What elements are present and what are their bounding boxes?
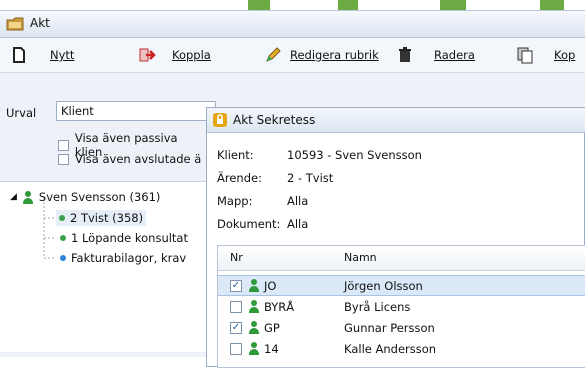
secrecy-dialog: Akt Sekretess Klient: 10593 - Sven Svens… xyxy=(206,107,585,368)
edit-pencil-icon xyxy=(266,47,281,62)
top-decoration xyxy=(0,0,585,14)
dialog-title: Akt Sekretess xyxy=(233,113,316,127)
new-button[interactable]: Nytt xyxy=(10,44,74,66)
delete-button-label: Radera xyxy=(434,48,475,62)
matter-label: Ärende: xyxy=(217,171,262,185)
lock-icon xyxy=(213,113,227,127)
edit-heading-button-label: Redigera rubrik xyxy=(290,48,379,62)
tree-node-label: 1 Löpande konsultat xyxy=(71,231,188,245)
document-row: Dokument: Alla xyxy=(207,217,585,237)
document-value: Alla xyxy=(287,217,309,231)
folder-icon xyxy=(6,17,24,31)
client-label: Klient: xyxy=(217,148,254,162)
row-code: GP xyxy=(264,320,280,335)
link-button[interactable]: Koppla xyxy=(138,44,211,66)
folder-value: Alla xyxy=(287,194,309,208)
row-name: Kalle Andersson xyxy=(344,341,437,356)
link-button-label: Koppla xyxy=(172,48,211,62)
table-row[interactable]: ✓ JO Jörgen Olsson xyxy=(218,275,585,296)
show-closed-label: Visa även avslutade ä xyxy=(75,152,202,166)
client-value: 10593 - Sven Svensson xyxy=(287,148,422,162)
copy-button-label: Kop xyxy=(554,48,576,62)
toolbar: Nytt Koppla Redigera rubrik Radera Kop xyxy=(0,38,585,73)
tree-node-label: Sven Svensson (361) xyxy=(38,190,161,204)
row-checkbox[interactable] xyxy=(230,342,242,355)
tree-node-label: Fakturabilagor, krav xyxy=(71,251,187,265)
copy-icon xyxy=(517,47,533,64)
selection-label: Urval xyxy=(6,106,37,120)
table-header: Nr Namn xyxy=(218,246,585,271)
show-closed-option[interactable]: Visa även avslutade ä xyxy=(58,152,201,166)
row-name: Byrå Licens xyxy=(344,299,411,314)
green-dot-icon xyxy=(60,235,66,241)
row-name: Gunnar Persson xyxy=(344,320,435,335)
person-icon xyxy=(248,321,260,334)
delete-button[interactable]: Radera xyxy=(396,44,475,66)
trash-icon xyxy=(399,47,411,62)
edit-heading-button[interactable]: Redigera rubrik xyxy=(264,44,379,66)
person-icon xyxy=(22,190,34,204)
selection-dropdown[interactable]: Klient xyxy=(56,101,216,121)
show-closed-checkbox[interactable] xyxy=(58,153,69,165)
folder-label: Mapp: xyxy=(217,194,253,208)
column-name[interactable]: Namn xyxy=(344,251,377,264)
table-row[interactable]: ✓ GP Gunnar Persson xyxy=(218,317,585,338)
main-window: Akt Nytt Koppla Redigera rubrik Radera K… xyxy=(0,10,585,368)
matter-row: Ärende: 2 - Tvist xyxy=(207,171,585,191)
folder-row: Mapp: Alla xyxy=(207,194,585,214)
case-tree: ◢ Sven Svensson (361) 2 Tvist (358) 1 Lö… xyxy=(0,181,206,352)
row-checkbox[interactable]: ✓ xyxy=(230,321,242,334)
tree-node-client[interactable]: ◢ Sven Svensson (361) xyxy=(10,190,160,204)
dialog-title-bar: Akt Sekretess xyxy=(207,108,585,133)
access-table: Nr Namn ✓ JO Jörgen Olsson BYRÅ Byrå Lic… xyxy=(217,245,585,368)
row-code: BYRÅ xyxy=(264,299,295,314)
row-name: Jörgen Olsson xyxy=(344,278,423,293)
matter-value: 2 - Tvist xyxy=(287,171,334,185)
green-dot-icon xyxy=(59,215,65,221)
blue-dot-icon xyxy=(60,255,66,261)
title-bar: Akt xyxy=(0,11,585,38)
new-document-icon xyxy=(13,47,25,63)
tree-node-matter[interactable]: 1 Löpande konsultat xyxy=(60,231,188,245)
collapse-icon[interactable]: ◢ xyxy=(10,192,17,202)
row-code: JO xyxy=(264,278,277,293)
show-passive-checkbox[interactable] xyxy=(58,139,69,151)
person-icon xyxy=(248,342,260,355)
tree-node-label: 2 Tvist (358) xyxy=(70,211,144,225)
row-checkbox[interactable]: ✓ xyxy=(230,279,242,292)
column-nr[interactable]: Nr xyxy=(230,251,243,264)
document-label: Dokument: xyxy=(217,217,281,231)
tree-node-matter[interactable]: 2 Tvist (358) xyxy=(56,210,147,226)
link-arrow-icon xyxy=(139,48,156,62)
person-icon xyxy=(248,279,260,292)
copy-button[interactable]: Kop xyxy=(516,44,575,66)
new-button-label: Nytt xyxy=(50,48,75,62)
row-checkbox[interactable] xyxy=(230,300,242,313)
client-row: Klient: 10593 - Sven Svensson xyxy=(207,148,585,168)
tree-node-folder[interactable]: Fakturabilagor, krav xyxy=(60,251,186,265)
table-row[interactable]: BYRÅ Byrå Licens xyxy=(218,296,585,317)
window-title: Akt xyxy=(30,16,50,30)
person-icon xyxy=(248,300,260,313)
left-pane: Urval Klient Visa även passiva klien Vis… xyxy=(0,73,216,357)
row-code: 14 xyxy=(264,341,279,356)
